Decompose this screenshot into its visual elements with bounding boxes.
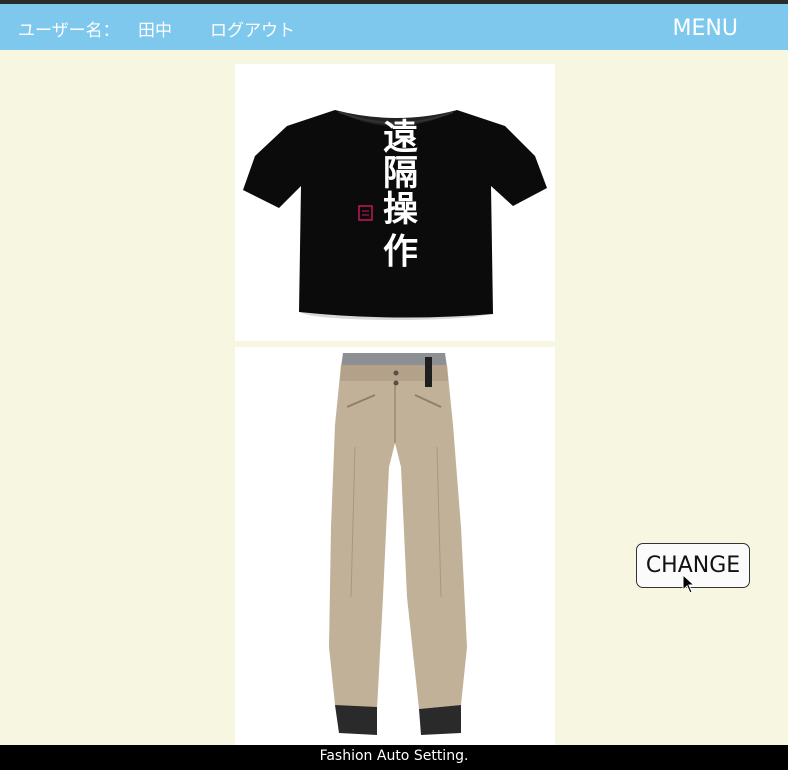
menu-button[interactable]: MENU	[673, 16, 738, 41]
print-char-1: 遠	[377, 118, 418, 153]
footer-bar: Fashion Auto Setting.	[0, 745, 788, 770]
tshirt-image: 遠 隔 操 作	[243, 110, 547, 320]
mouse-cursor-icon	[682, 574, 696, 594]
pants-image	[329, 353, 467, 735]
username-value: 田中	[138, 21, 172, 41]
print-char-4: 作	[377, 232, 418, 267]
header-bar: ユーザー名： 田中 ログアウト MENU	[0, 4, 788, 50]
username-label: ユーザー名：	[18, 21, 120, 41]
tshirt-print-text: 遠 隔 操 作	[377, 118, 418, 267]
bottom-garment-panel	[235, 347, 555, 745]
footer-text: Fashion Auto Setting.	[319, 748, 469, 764]
top-garment-panel: 遠 隔 操 作	[235, 64, 555, 341]
logout-link[interactable]: ログアウト	[210, 16, 295, 41]
print-char-3: 操	[377, 190, 418, 225]
print-char-2: 隔	[377, 154, 417, 189]
